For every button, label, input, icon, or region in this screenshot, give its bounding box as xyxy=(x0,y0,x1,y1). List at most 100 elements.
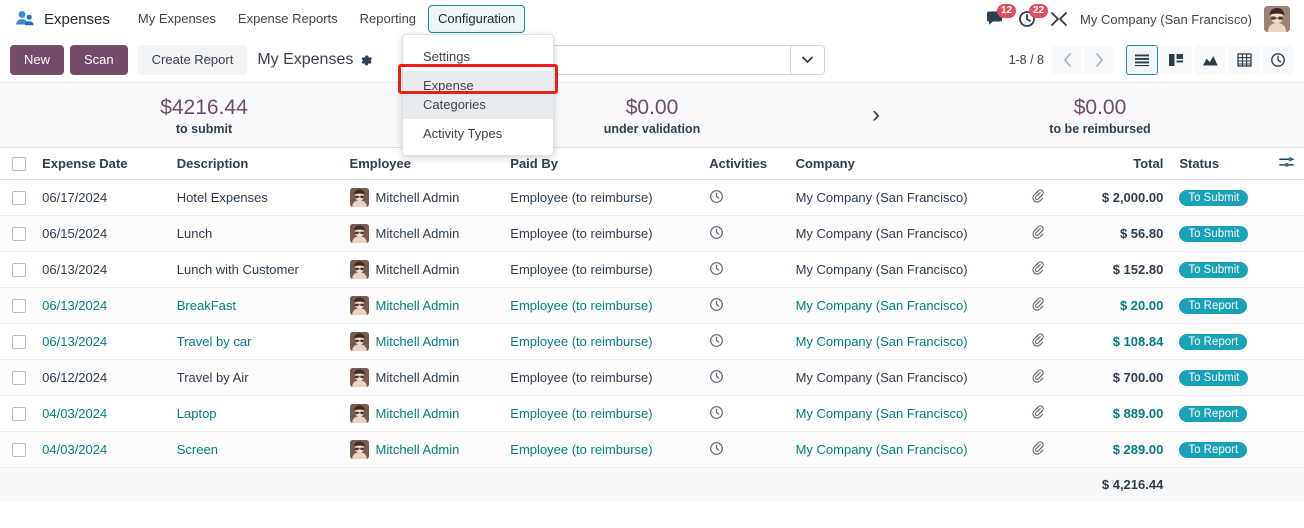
cell-description[interactable]: Laptop xyxy=(168,395,342,432)
cell-paid-by[interactable]: Employee (to reimburse) xyxy=(502,215,702,252)
cell-expense-date[interactable]: 06/13/2024 xyxy=(34,251,169,288)
cell-company[interactable]: My Company (San Francisco) xyxy=(787,323,1019,360)
cell-description[interactable]: Hotel Expenses xyxy=(168,179,342,216)
summary-card-to-be-reimbursed[interactable]: $0.00 to be reimbursed xyxy=(896,83,1304,147)
cell-employee[interactable]: Mitchell Admin xyxy=(341,323,503,360)
header-company[interactable]: Company xyxy=(787,148,1019,180)
cell-company[interactable]: My Company (San Francisco) xyxy=(787,395,1019,432)
optional-columns-toggle[interactable] xyxy=(1269,148,1304,180)
cell-employee[interactable]: Mitchell Admin xyxy=(341,359,503,396)
cell-employee[interactable]: Mitchell Admin xyxy=(341,251,503,288)
cell-company[interactable]: My Company (San Francisco) xyxy=(787,179,1019,216)
apps-shortcut-button[interactable] xyxy=(1050,10,1068,28)
cell-attachment[interactable] xyxy=(1018,215,1059,252)
table-row[interactable]: 06/13/2024 BreakFast Mitchell Admin Empl… xyxy=(0,287,1304,324)
pivot-view-button[interactable] xyxy=(1228,45,1260,75)
row-checkbox[interactable] xyxy=(12,227,27,242)
header-activities[interactable]: Activities xyxy=(701,148,788,180)
list-view-button[interactable] xyxy=(1126,45,1158,75)
cell-expense-date[interactable]: 06/12/2024 xyxy=(34,359,169,396)
row-checkbox[interactable] xyxy=(12,443,27,458)
cell-total[interactable]: $ 2,000.00 xyxy=(1058,179,1172,216)
cell-employee[interactable]: Mitchell Admin xyxy=(341,395,503,432)
header-description[interactable]: Description xyxy=(168,148,342,180)
cell-activities[interactable] xyxy=(701,251,788,288)
active-company-label[interactable]: My Company (San Francisco) xyxy=(1080,12,1252,27)
nav-item-reporting[interactable]: Reporting xyxy=(350,5,426,33)
cell-paid-by[interactable]: Employee (to reimburse) xyxy=(502,179,702,216)
cell-description[interactable]: Travel by Air xyxy=(168,359,342,396)
cell-total[interactable]: $ 889.00 xyxy=(1058,395,1172,432)
avatar[interactable] xyxy=(1264,6,1290,32)
header-expense-date[interactable]: Expense Date xyxy=(34,148,169,180)
cell-company[interactable]: My Company (San Francisco) xyxy=(787,251,1019,288)
new-button[interactable]: New xyxy=(10,45,65,75)
cell-employee[interactable]: Mitchell Admin xyxy=(341,179,503,216)
cell-attachment[interactable] xyxy=(1018,323,1059,360)
cell-total[interactable]: $ 56.80 xyxy=(1058,215,1172,252)
cell-expense-date[interactable]: 06/15/2024 xyxy=(34,215,169,252)
cell-total[interactable]: $ 700.00 xyxy=(1058,359,1172,396)
cell-description[interactable]: Lunch with Customer xyxy=(168,251,342,288)
summary-card-to-submit[interactable]: $4216.44 to submit xyxy=(0,83,408,147)
cell-employee[interactable]: Mitchell Admin xyxy=(341,287,503,324)
cell-paid-by[interactable]: Employee (to reimburse) xyxy=(502,287,702,324)
header-status[interactable]: Status xyxy=(1171,148,1270,180)
cell-description[interactable]: Screen xyxy=(168,431,342,468)
scan-button[interactable]: Scan xyxy=(70,45,128,75)
menu-item-activity-types[interactable]: Activity Types xyxy=(403,119,553,148)
gear-icon[interactable] xyxy=(360,54,373,67)
cell-expense-date[interactable]: 06/13/2024 xyxy=(34,287,169,324)
cell-employee[interactable]: Mitchell Admin xyxy=(341,431,503,468)
cell-activities[interactable] xyxy=(701,179,788,216)
table-row[interactable]: 06/13/2024 Travel by car Mitchell Admin … xyxy=(0,323,1304,360)
cell-activities[interactable] xyxy=(701,323,788,360)
menu-item-expense-categories[interactable]: Expense Categories xyxy=(403,71,553,119)
cell-activities[interactable] xyxy=(701,359,788,396)
table-row[interactable]: 06/12/2024 Travel by Air Mitchell Admin … xyxy=(0,359,1304,396)
cell-total[interactable]: $ 108.84 xyxy=(1058,323,1172,360)
cell-company[interactable]: My Company (San Francisco) xyxy=(787,287,1019,324)
cell-attachment[interactable] xyxy=(1018,359,1059,396)
table-row[interactable]: 04/03/2024 Laptop Mitchell Admin Employe… xyxy=(0,395,1304,432)
cell-company[interactable]: My Company (San Francisco) xyxy=(787,431,1019,468)
row-checkbox[interactable] xyxy=(12,407,27,422)
cell-attachment[interactable] xyxy=(1018,287,1059,324)
row-checkbox[interactable] xyxy=(12,335,27,350)
kanban-view-button[interactable] xyxy=(1160,45,1192,75)
cell-activities[interactable] xyxy=(701,431,788,468)
cell-paid-by[interactable]: Employee (to reimburse) xyxy=(502,431,702,468)
header-total[interactable]: Total xyxy=(1058,148,1172,180)
menu-item-settings[interactable]: Settings xyxy=(403,42,553,71)
cell-total[interactable]: $ 289.00 xyxy=(1058,431,1172,468)
cell-attachment[interactable] xyxy=(1018,251,1059,288)
table-row[interactable]: 06/15/2024 Lunch Mitchell Admin Employee… xyxy=(0,215,1304,252)
pager-next-button[interactable] xyxy=(1084,46,1114,74)
nav-item-my-expenses[interactable]: My Expenses xyxy=(128,5,226,33)
cell-expense-date[interactable]: 06/17/2024 xyxy=(34,179,169,216)
cell-total[interactable]: $ 20.00 xyxy=(1058,287,1172,324)
cell-activities[interactable] xyxy=(701,215,788,252)
cell-expense-date[interactable]: 04/03/2024 xyxy=(34,395,169,432)
table-row[interactable]: 06/17/2024 Hotel Expenses Mitchell Admin… xyxy=(0,179,1304,216)
cell-attachment[interactable] xyxy=(1018,179,1059,216)
row-checkbox[interactable] xyxy=(12,299,27,314)
pager-previous-button[interactable] xyxy=(1052,46,1082,74)
row-checkbox[interactable] xyxy=(12,191,27,206)
create-report-button[interactable]: Create Report xyxy=(137,45,248,75)
cell-employee[interactable]: Mitchell Admin xyxy=(341,215,503,252)
cell-company[interactable]: My Company (San Francisco) xyxy=(787,215,1019,252)
cell-activities[interactable] xyxy=(701,287,788,324)
cell-paid-by[interactable]: Employee (to reimburse) xyxy=(502,359,702,396)
cell-attachment[interactable] xyxy=(1018,431,1059,468)
cell-activities[interactable] xyxy=(701,395,788,432)
nav-item-configuration[interactable]: Configuration xyxy=(428,5,526,33)
cell-company[interactable]: My Company (San Francisco) xyxy=(787,359,1019,396)
activities-button[interactable]: 22 xyxy=(1018,4,1049,28)
app-brand[interactable]: Expenses xyxy=(10,8,118,30)
graph-view-button[interactable] xyxy=(1194,45,1226,75)
cell-attachment[interactable] xyxy=(1018,395,1059,432)
table-row[interactable]: 04/03/2024 Screen Mitchell Admin Employe… xyxy=(0,431,1304,468)
cell-expense-date[interactable]: 06/13/2024 xyxy=(34,323,169,360)
table-row[interactable]: 06/13/2024 Lunch with Customer Mitchell … xyxy=(0,251,1304,288)
